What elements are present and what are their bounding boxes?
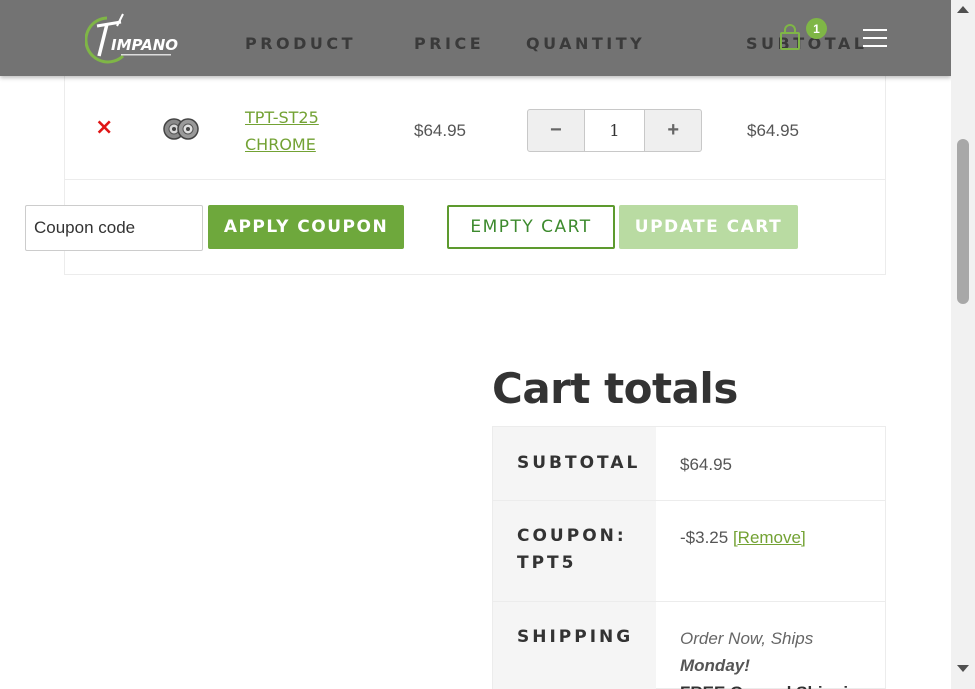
increment-button[interactable]: + (645, 110, 701, 151)
site-logo[interactable]: IMPANO (85, 12, 180, 64)
coupon-code-input[interactable]: Coupon code (25, 205, 203, 251)
totals-label: SHIPPING (493, 602, 656, 689)
totals-label: SUBTOTAL (493, 427, 656, 500)
quantity-input[interactable]: 1 (583, 110, 646, 151)
column-header-product: PRODUCT (245, 34, 357, 53)
cart-item-row: × TPT-ST25 CHROME $64.95 − 1 + $64.95 (65, 84, 885, 180)
product-thumbnail[interactable] (162, 115, 200, 143)
column-header-quantity: QUANTITY (526, 34, 646, 53)
empty-cart-button[interactable]: EMPTY CART (447, 205, 615, 249)
column-header-subtotal: SUBTOTAL (746, 34, 868, 53)
totals-row-shipping: SHIPPING Order Now, Ships Monday! FREE G… (493, 602, 885, 689)
remove-coupon-link[interactable]: [Remove] (733, 528, 806, 547)
scroll-up-arrow-icon[interactable] (957, 6, 969, 13)
totals-value: Order Now, Ships Monday! FREE Ground Shi… (680, 625, 869, 689)
cart-totals-table: SUBTOTAL $64.95 COUPON: TPT5 -$3.25 [Rem… (492, 426, 886, 689)
cart-icon[interactable] (779, 24, 801, 50)
vertical-scrollbar[interactable] (951, 0, 975, 689)
cart-page: × TPT-ST25 CHROME $64.95 − 1 + $64.95 Co… (0, 0, 951, 689)
apply-coupon-button[interactable]: APPLY COUPON (208, 205, 404, 249)
totals-row-coupon: COUPON: TPT5 -$3.25 [Remove] (493, 501, 885, 602)
shipping-note: Order Now, Ships (680, 629, 814, 648)
svg-text:IMPANO: IMPANO (111, 36, 178, 54)
column-header-price: PRICE (414, 34, 485, 53)
cart-totals-title: Cart totals (492, 364, 738, 413)
cart-count-badge: 1 (806, 18, 827, 39)
update-cart-button[interactable]: UPDATE CART (619, 205, 798, 249)
quantity-stepper: − 1 + (527, 109, 702, 152)
product-name-link[interactable]: TPT-ST25 CHROME (245, 104, 355, 158)
hamburger-menu-icon[interactable] (863, 29, 887, 47)
scrollbar-thumb[interactable] (957, 139, 969, 304)
totals-value: -$3.25 [Remove] (680, 524, 806, 551)
shipping-method: FREE Ground Shipping (680, 679, 869, 689)
site-header: IMPANO PRODUCT PRICE QUANTITY SUBTOTAL 1 (0, 0, 951, 76)
totals-value: $64.95 (680, 455, 732, 474)
remove-item-button[interactable]: × (95, 117, 113, 139)
coupon-discount: -$3.25 (680, 528, 729, 547)
totals-label: COUPON: TPT5 (493, 501, 656, 601)
totals-row-subtotal: SUBTOTAL $64.95 (493, 427, 885, 501)
item-subtotal: $64.95 (747, 121, 799, 140)
scroll-down-arrow-icon[interactable] (957, 665, 969, 672)
decrement-button[interactable]: − (528, 110, 584, 151)
item-price: $64.95 (414, 121, 466, 140)
shipping-day: Monday! (680, 656, 750, 675)
